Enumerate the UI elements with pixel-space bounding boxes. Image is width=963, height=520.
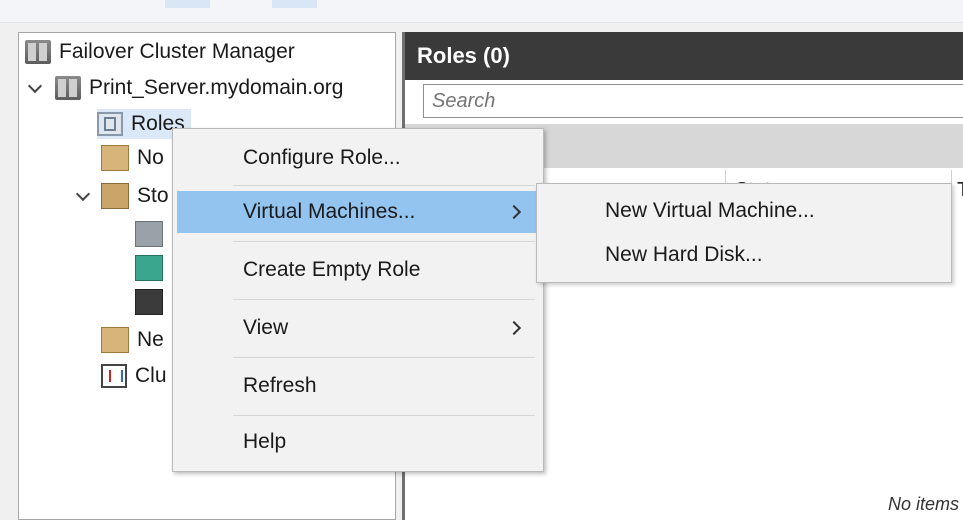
roles-title: Roles (0) <box>417 43 510 68</box>
pools-icon <box>135 255 163 281</box>
menu-item-new-hard-disk[interactable]: New Hard Disk... <box>541 234 947 276</box>
tree-item-label: Print_Server.mydomain.org <box>89 76 344 99</box>
menu-item-help[interactable]: Help <box>177 421 539 463</box>
menu-item-view[interactable]: View <box>177 307 539 349</box>
menu-item-label: View <box>243 316 289 339</box>
cluster-events-icon <box>101 364 127 388</box>
menu-item-create-empty-role[interactable]: Create Empty Role <box>177 249 539 291</box>
tree-item-storage[interactable]: Sto <box>75 181 169 211</box>
menu-item-configure-role[interactable]: Configure Role... <box>177 137 539 179</box>
toolbar-tab-hint <box>165 0 210 8</box>
toolbar-tab-hint <box>272 0 317 8</box>
menu-separator <box>233 415 535 416</box>
tree-item-nodes[interactable]: No <box>101 143 164 173</box>
menu-item-refresh[interactable]: Refresh <box>177 365 539 407</box>
column-header-label: T <box>957 179 963 202</box>
tree-item-label: Sto <box>137 184 169 207</box>
menu-separator <box>233 299 535 300</box>
enclosures-icon <box>135 289 163 315</box>
storage-icon <box>101 183 129 209</box>
virtual-machines-submenu[interactable]: New Virtual Machine... New Hard Disk... <box>536 183 952 283</box>
tree-item-label: Ne <box>137 328 164 351</box>
cluster-manager-icon <box>25 40 51 64</box>
menu-separator <box>233 241 535 242</box>
tree-item-networks[interactable]: Ne <box>101 325 164 355</box>
chevron-right-icon <box>506 320 522 336</box>
chevron-down-icon[interactable] <box>75 188 91 204</box>
chevron-right-icon <box>506 204 522 220</box>
nodes-icon <box>101 145 129 171</box>
column-header-type[interactable]: T <box>957 170 963 210</box>
menu-item-virtual-machines[interactable]: Virtual Machines... <box>177 191 539 233</box>
menu-separator <box>233 357 535 358</box>
tree-item-label: No <box>137 146 164 169</box>
tree-item-cluster-events[interactable]: Clu <box>101 361 167 391</box>
disks-icon <box>135 221 163 247</box>
tree-item-disks[interactable] <box>135 219 171 249</box>
tree-item-pools[interactable] <box>135 253 171 283</box>
window-top-strip <box>0 0 963 23</box>
menu-separator <box>233 185 535 186</box>
tree-item-label: Clu <box>135 364 167 387</box>
search-box[interactable] <box>423 84 963 118</box>
roles-icon <box>97 112 123 136</box>
menu-item-label: New Hard Disk... <box>605 243 763 266</box>
cluster-icon <box>55 76 81 100</box>
tree-item-label: Failover Cluster Manager <box>59 40 295 63</box>
chevron-down-icon[interactable] <box>27 80 43 96</box>
networks-icon <box>101 327 129 353</box>
tree-item-failover-cluster-manager[interactable]: Failover Cluster Manager <box>25 37 295 67</box>
menu-item-label: Create Empty Role <box>243 258 421 281</box>
roles-pane-header: Roles (0) <box>405 32 963 80</box>
menu-item-label: Virtual Machines... <box>243 200 416 223</box>
menu-item-new-virtual-machine[interactable]: New Virtual Machine... <box>541 190 947 232</box>
menu-item-label: Configure Role... <box>243 146 401 169</box>
menu-item-label: Refresh <box>243 374 317 397</box>
tree-item-cluster[interactable]: Print_Server.mydomain.org <box>27 73 343 103</box>
tree-item-enclosures[interactable] <box>135 287 171 317</box>
empty-list-message: No items <box>887 494 959 514</box>
menu-item-label: Help <box>243 430 287 453</box>
context-menu[interactable]: Configure Role... Virtual Machines... Cr… <box>172 128 544 472</box>
search-input[interactable] <box>424 85 963 117</box>
menu-item-label: New Virtual Machine... <box>605 199 815 222</box>
